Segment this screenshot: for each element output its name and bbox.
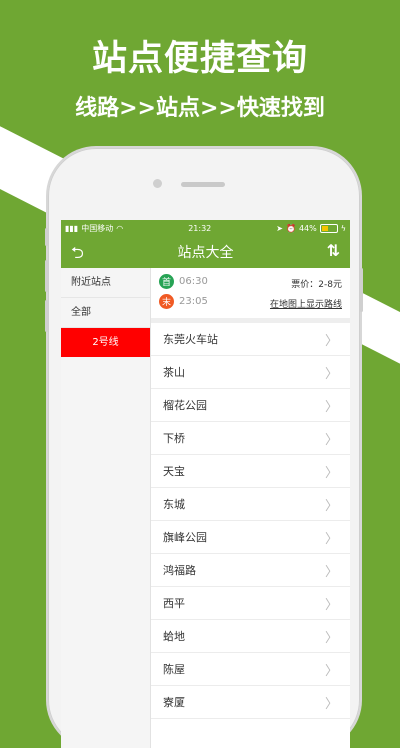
- wifi-icon: ◠: [116, 223, 124, 233]
- station-name: 寮厦: [163, 696, 185, 709]
- station-list: 东莞火车站〉 茶山〉 榴花公园〉 下桥〉 天宝〉 东城〉 旗峰公园〉 鸿福路〉 …: [151, 323, 350, 719]
- chevron-right-icon: 〉: [324, 465, 338, 481]
- app-bar: ⮌ 站点大全 ⇅: [61, 236, 350, 268]
- station-row[interactable]: 东城 〉: [151, 488, 350, 521]
- volume-down-button: [45, 300, 48, 332]
- swap-direction-icon[interactable]: ⇅: [327, 241, 340, 260]
- station-name: 东莞火车站: [163, 333, 218, 346]
- last-train-badge: 末: [159, 294, 174, 309]
- back-arrow-icon[interactable]: ⮌: [71, 242, 84, 269]
- sidebar-item-nearby[interactable]: 附近站点: [61, 268, 150, 298]
- station-name: 陈屋: [163, 663, 185, 676]
- chevron-right-icon: 〉: [324, 696, 338, 712]
- signal-icon: ▮▮▮: [65, 223, 79, 233]
- chevron-right-icon: 〉: [324, 630, 338, 646]
- sidebar: 附近站点 全部 2号线: [61, 268, 151, 748]
- mute-switch: [45, 228, 48, 246]
- app-screen: ▮▮▮ 中国移动 ◠ 21:32 ➤ ⏰ 44% ϟ ⮌ 站点大全 ⇅ 附近站点…: [61, 220, 350, 748]
- fare-text: 票价：2-8元: [291, 280, 342, 290]
- sidebar-item-all[interactable]: 全部: [61, 298, 150, 328]
- chevron-right-icon: 〉: [324, 663, 338, 679]
- station-panel: 首 06:30 末 23:05 票价：2-8元 在地图上显示路线 东莞火车站〉 …: [151, 268, 350, 748]
- chevron-right-icon: 〉: [324, 597, 338, 613]
- promo-title: 站点便捷查询: [91, 39, 308, 79]
- station-name: 蛤地: [163, 630, 185, 643]
- chevron-right-icon: 〉: [324, 564, 338, 580]
- show-route-on-map-link[interactable]: 在地图上显示路线: [270, 297, 342, 310]
- station-name: 旗峰公园: [163, 531, 207, 544]
- station-row[interactable]: 旗峰公园 〉: [151, 521, 350, 554]
- battery-icon: [319, 223, 338, 233]
- chevron-right-icon: 〉: [324, 498, 338, 514]
- station-row[interactable]: 天宝 〉: [151, 455, 350, 488]
- station-name: 鸿福路: [163, 564, 196, 577]
- first-train-badge: 首: [159, 274, 174, 289]
- charging-icon: ϟ: [340, 223, 346, 233]
- content-area: 附近站点 全部 2号线 首 06:30 末 23:05 票价：2-8元 在地图上…: [61, 268, 350, 748]
- power-button: [360, 268, 363, 312]
- station-row[interactable]: 西平 〉: [151, 587, 350, 620]
- status-bar: ▮▮▮ 中国移动 ◠ 21:32 ➤ ⏰ 44% ϟ: [61, 220, 350, 236]
- alarm-icon: ⏰: [285, 223, 296, 233]
- battery-percent: 44%: [298, 223, 317, 233]
- volume-up-button: [45, 260, 48, 292]
- station-row[interactable]: 鸿福路 〉: [151, 554, 350, 587]
- chevron-right-icon: 〉: [324, 531, 338, 547]
- chevron-right-icon: 〉: [324, 366, 338, 382]
- station-name: 东城: [163, 498, 185, 511]
- station-row[interactable]: 陈屋 〉: [151, 653, 350, 686]
- station-row[interactable]: 茶山 〉: [151, 356, 350, 389]
- station-name: 下桥: [163, 432, 185, 445]
- station-name: 榴花公园: [163, 399, 207, 412]
- chevron-right-icon: 〉: [324, 432, 338, 448]
- station-name: 茶山: [163, 366, 185, 379]
- station-name: 天宝: [163, 465, 185, 478]
- promo-subtitle: 线路>>站点>>快速找到: [75, 96, 325, 121]
- chevron-right-icon: 〉: [324, 399, 338, 415]
- station-name: 西平: [163, 597, 185, 610]
- location-icon: ➤: [276, 223, 283, 233]
- last-train-time: 23:05: [179, 296, 208, 307]
- station-row[interactable]: 寮厦 〉: [151, 686, 350, 719]
- front-camera: [153, 179, 162, 188]
- page-title: 站点大全: [177, 245, 234, 261]
- station-row[interactable]: 东莞火车站 〉: [151, 323, 350, 356]
- sidebar-item-line-2[interactable]: 2号线: [61, 328, 150, 357]
- earpiece-speaker: [181, 182, 225, 187]
- station-row[interactable]: 下桥 〉: [151, 422, 350, 455]
- chevron-right-icon: 〉: [324, 333, 338, 349]
- station-row[interactable]: 榴花公园 〉: [151, 389, 350, 422]
- phone-frame: ▮▮▮ 中国移动 ◠ 21:32 ➤ ⏰ 44% ϟ ⮌ 站点大全 ⇅ 附近站点…: [45, 148, 363, 748]
- first-train-time: 06:30: [179, 276, 208, 287]
- station-row[interactable]: 蛤地 〉: [151, 620, 350, 653]
- line-info: 首 06:30 末 23:05 票价：2-8元 在地图上显示路线: [151, 268, 350, 323]
- carrier-name: 中国移动: [81, 223, 114, 233]
- status-time: 21:32: [188, 223, 212, 233]
